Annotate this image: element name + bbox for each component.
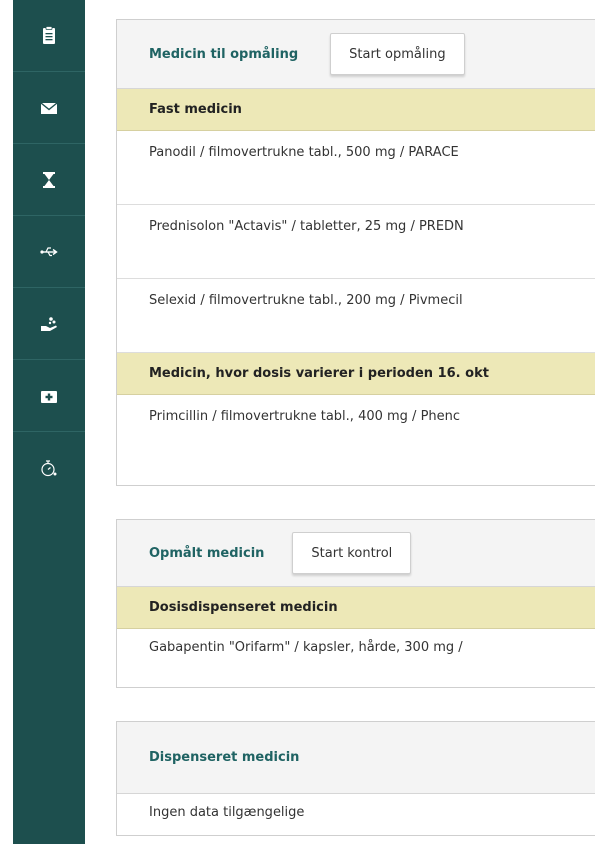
sidebar-item-dispense[interactable] (13, 288, 85, 360)
group-header-fixed: Fast medicin (117, 89, 595, 131)
hourglass-icon (43, 171, 55, 188)
usb-icon (40, 246, 58, 256)
start-control-button[interactable]: Start kontrol (292, 532, 412, 574)
medical-kit-icon (41, 390, 57, 403)
panel-title: Opmålt medicin (149, 545, 265, 561)
sidebar (13, 0, 85, 844)
panel-header: Dispenseret medicin (117, 722, 595, 794)
timer-icon (41, 460, 57, 477)
group-header-varying: Medicin, hvor dosis varierer i perioden … (117, 353, 595, 395)
start-measuring-button[interactable]: Start opmåling (330, 33, 465, 75)
panel-header: Opmålt medicin Start kontrol (117, 520, 595, 587)
sidebar-item-medical[interactable] (13, 360, 85, 432)
clipboard-icon (43, 25, 55, 44)
panel-header: Medicin til opmåling Start opmåling (117, 20, 595, 89)
medicine-row[interactable]: Selexid / filmovertrukne tabl., 200 mg /… (117, 279, 595, 353)
medicine-row[interactable]: Gabapentin "Orifarm" / kapsler, hårde, 3… (117, 629, 595, 669)
hand-pill-icon (41, 316, 57, 331)
panel-title: Dispenseret medicin (149, 750, 300, 765)
sidebar-item-timer[interactable] (13, 432, 85, 504)
sidebar-item-connection[interactable] (13, 216, 85, 288)
empty-state-row: Ingen data tilgængelige (149, 805, 305, 820)
sidebar-item-clipboard[interactable] (13, 0, 85, 72)
panel-title: Medicin til opmåling (149, 46, 299, 62)
group-header-dose-dispensed: Dosisdispenseret medicin (117, 587, 595, 629)
medicine-row[interactable]: Panodil / filmovertrukne tabl., 500 mg /… (117, 131, 595, 205)
panel-dispensed-medicine: Dispenseret medicin Ingen data tilgængel… (116, 721, 595, 836)
envelope-icon (40, 101, 58, 114)
medicine-row[interactable]: Primcillin / filmovertrukne tabl., 400 m… (117, 395, 595, 469)
sidebar-item-hourglass[interactable] (13, 144, 85, 216)
sidebar-item-messages[interactable] (13, 72, 85, 144)
panel-measured-medicine: Opmålt medicin Start kontrol Dosisdispen… (116, 519, 595, 688)
panel-medicine-to-measure: Medicin til opmåling Start opmåling Fast… (116, 19, 595, 486)
medicine-row[interactable]: Prednisolon "Actavis" / tabletter, 25 mg… (117, 205, 595, 279)
